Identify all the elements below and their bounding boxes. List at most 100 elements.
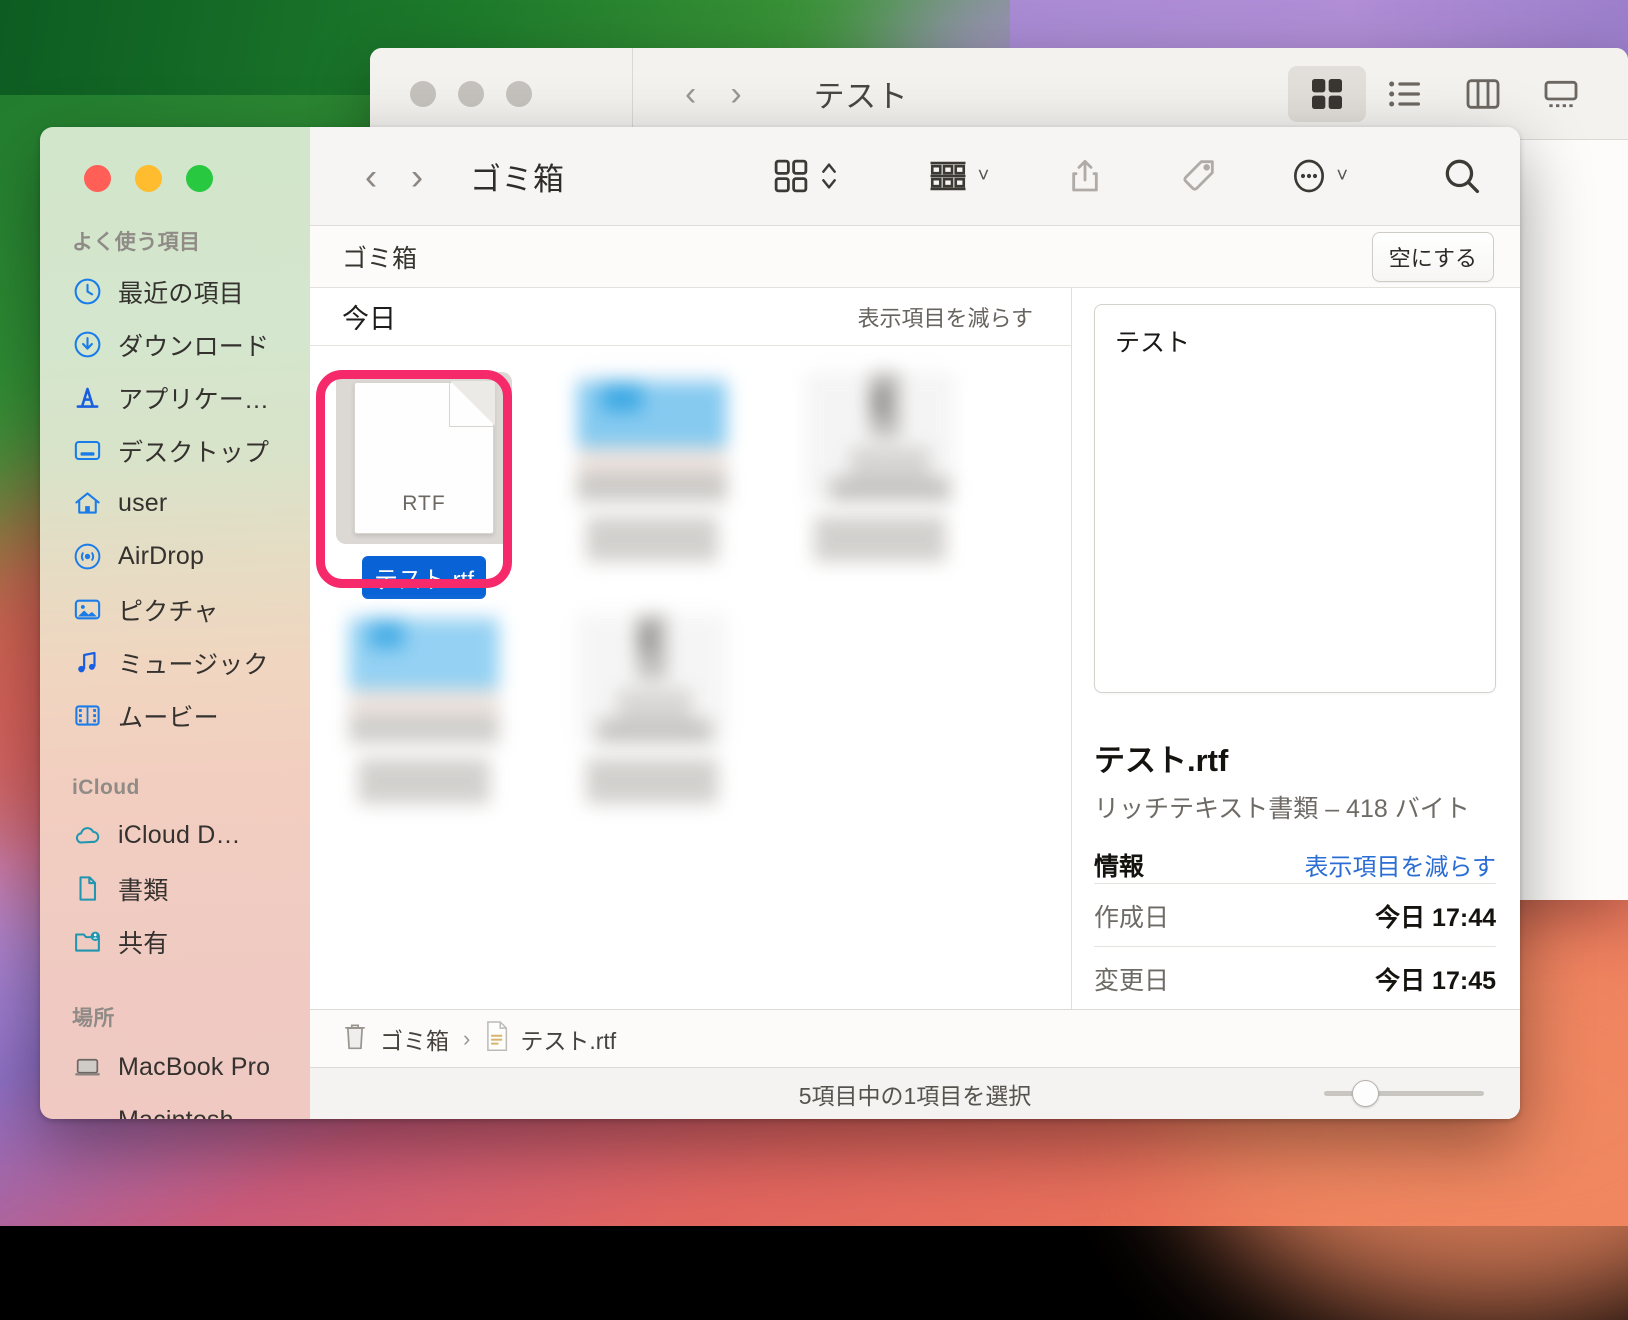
rtf-document-icon[interactable]	[484, 1020, 510, 1057]
zoom-slider[interactable]	[1324, 1091, 1484, 1096]
icon-view-icon[interactable]	[1288, 66, 1366, 122]
sidebar-item-label: 共有	[118, 924, 168, 960]
thumbnail-placeholder	[577, 372, 727, 502]
documents-icon	[72, 873, 103, 904]
close-button[interactable]	[84, 165, 111, 192]
sidebar-item-movies[interactable]: ムービー	[40, 689, 310, 742]
info-pane: テスト テスト.rtf リッチテキスト書類 – 418 バイト 情報 表示項目を…	[1072, 288, 1520, 1009]
info-section-header-row: 情報 表示項目を減らす	[1094, 847, 1496, 883]
sidebar-item-label: AirDrop	[118, 542, 204, 571]
trash-icon[interactable]	[340, 1020, 370, 1057]
view-mode-icon[interactable]	[770, 155, 839, 197]
sidebar-item-user[interactable]: user	[40, 477, 310, 530]
sidebar-item-macintosh-hd[interactable]: Macintosh	[40, 1094, 310, 1119]
sidebar-item-pictures[interactable]: ピクチャ	[40, 583, 310, 636]
file-extension-label: RTF	[354, 492, 494, 516]
file-preview-box: テスト	[1094, 304, 1496, 693]
rtf-document-icon: RTF	[354, 382, 494, 534]
forward-icon[interactable]: ›	[394, 158, 440, 195]
selection-backdrop: RTF	[336, 372, 512, 544]
sidebar-item-label: MacBook Pro	[118, 1053, 270, 1082]
info-section-toggle-link[interactable]: 表示項目を減らす	[1304, 847, 1496, 882]
file-grid-pane: 今日 表示項目を減らす RTF テスト.rtf	[310, 288, 1072, 1009]
page-title: ゴミ箱	[470, 154, 565, 199]
sidebar-item-label: 最近の項目	[118, 274, 244, 310]
background-nav-buttons: ‹ › テスト	[633, 71, 908, 116]
search-icon[interactable]	[1440, 154, 1484, 198]
sidebar-item-desktop[interactable]: デスクトップ	[40, 424, 310, 477]
back-icon[interactable]: ‹	[348, 158, 394, 195]
music-icon	[72, 647, 103, 678]
metadata-value: 今日 17:44	[1375, 898, 1496, 934]
airdrop-icon	[72, 541, 103, 572]
zoom-button[interactable]	[506, 81, 532, 107]
applications-icon	[72, 382, 103, 413]
pictures-icon	[72, 594, 103, 625]
file-item[interactable]	[310, 602, 538, 832]
sidebar-section-locations: 場所 MacBook Pro Macintosh	[40, 1002, 310, 1119]
path-segment-label[interactable]: テスト.rtf	[520, 1022, 616, 1056]
forward-icon[interactable]: ›	[730, 77, 741, 111]
thumbnail-caption-placeholder	[586, 502, 718, 562]
sidebar-item-label: デスクトップ	[118, 433, 269, 469]
column-view-icon[interactable]	[1444, 66, 1522, 122]
sidebar-item-documents[interactable]: 書類	[40, 862, 310, 915]
file-item-selected[interactable]: RTF テスト.rtf	[310, 360, 538, 590]
zoom-slider-knob[interactable]	[1352, 1080, 1379, 1107]
metadata-key: 変更日	[1094, 961, 1169, 997]
gallery-view-icon[interactable]	[1522, 66, 1600, 122]
list-view-icon[interactable]	[1366, 66, 1444, 122]
grid-row-gap	[310, 590, 1071, 602]
background-traffic-lights	[370, 81, 632, 107]
more-icon[interactable]: ˅	[1289, 155, 1348, 197]
sidebar-item-label: iCloud D…	[118, 821, 241, 850]
chevron-up-down-icon	[819, 156, 839, 196]
chevron-down-icon: ˅	[978, 166, 990, 186]
trash-label: ゴミ箱	[342, 239, 417, 275]
sidebar-section-favorites: よく使う項目 最近の項目 ダウンロード アプリケー…	[40, 226, 310, 742]
sidebar-item-applications[interactable]: アプリケー…	[40, 371, 310, 424]
close-button[interactable]	[410, 81, 436, 107]
sidebar-item-macbook-pro[interactable]: MacBook Pro	[40, 1041, 310, 1094]
group-toggle-link[interactable]: 表示項目を減らす	[857, 301, 1033, 333]
metadata-row: 作成日 今日 17:44	[1094, 883, 1496, 946]
background-window-title: テスト	[814, 71, 909, 116]
file-item[interactable]	[538, 602, 766, 832]
disk-icon	[72, 1105, 103, 1119]
tag-icon[interactable]	[1179, 155, 1219, 197]
metadata-row: 変更日 今日 17:45	[1094, 946, 1496, 1009]
shared-folder-icon	[72, 926, 103, 957]
metadata-key: 作成日	[1094, 898, 1169, 934]
group-title: 今日	[342, 297, 396, 336]
toolbar: ‹ › ゴミ箱 ˅ ˅	[310, 127, 1520, 226]
minimize-button[interactable]	[458, 81, 484, 107]
home-icon	[72, 488, 103, 519]
sidebar-item-recents[interactable]: 最近の項目	[40, 265, 310, 318]
sidebar-item-label: ダウンロード	[118, 327, 269, 363]
sidebar-item-airdrop[interactable]: AirDrop	[40, 530, 310, 583]
thumbnail-caption-placeholder	[586, 744, 718, 804]
minimize-button[interactable]	[135, 165, 162, 192]
info-file-name: テスト.rtf	[1094, 735, 1496, 780]
sidebar-section-header: 場所	[40, 1002, 310, 1041]
icloud-icon	[72, 820, 103, 851]
zoom-button[interactable]	[186, 165, 213, 192]
thumbnail-placeholder	[805, 372, 955, 502]
sidebar-item-music[interactable]: ミュージック	[40, 636, 310, 689]
share-icon[interactable]	[1065, 155, 1105, 197]
sidebar-item-icloud-drive[interactable]: iCloud D…	[40, 809, 310, 862]
sidebar-item-label: ピクチャ	[118, 592, 219, 628]
back-icon[interactable]: ‹	[685, 77, 696, 111]
empty-trash-button[interactable]: 空にする	[1372, 232, 1494, 282]
file-item[interactable]	[538, 360, 766, 590]
thumbnail-caption-placeholder	[814, 502, 946, 562]
laptop-icon	[72, 1052, 103, 1083]
group-by-icon[interactable]: ˅	[925, 155, 990, 197]
clock-icon	[72, 276, 103, 307]
sidebar-item-downloads[interactable]: ダウンロード	[40, 318, 310, 371]
sidebar-item-shared[interactable]: 共有	[40, 915, 310, 968]
finder-window[interactable]: よく使う項目 最近の項目 ダウンロード アプリケー…	[40, 127, 1520, 1119]
file-item[interactable]	[766, 360, 994, 590]
sidebar-section-header: よく使う項目	[40, 226, 310, 265]
path-segment-label[interactable]: ゴミ箱	[380, 1022, 449, 1056]
